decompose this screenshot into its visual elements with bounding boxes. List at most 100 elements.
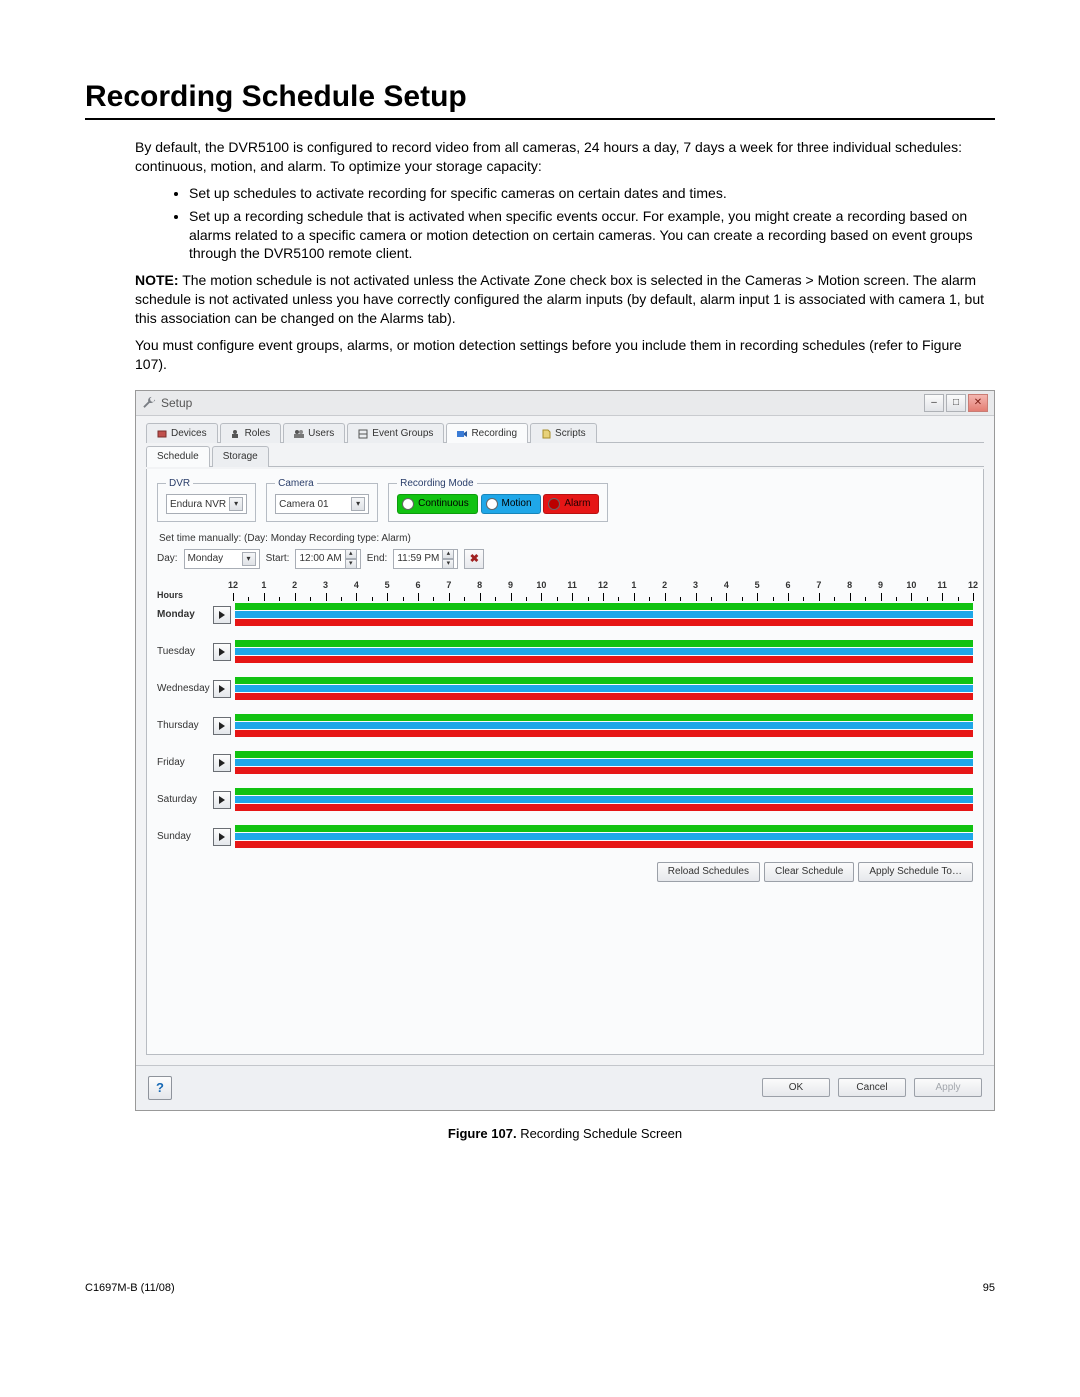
tab-storage[interactable]: Storage (212, 446, 269, 467)
day-row: Saturday (157, 788, 973, 811)
day-bars[interactable] (235, 603, 973, 626)
hour-number: 1 (631, 579, 636, 591)
minimize-button[interactable]: – (924, 394, 944, 412)
spin-up-icon[interactable]: ▴ (345, 549, 357, 559)
day-select[interactable]: Monday ▾ (184, 549, 260, 569)
hour-number: 5 (755, 579, 760, 591)
tab-users[interactable]: Users (283, 423, 345, 444)
green-bar (235, 640, 973, 647)
dvr-select[interactable]: Endura NVR ▾ (166, 494, 247, 514)
bullet-item: Set up a recording schedule that is acti… (189, 207, 995, 264)
scripts-icon (541, 429, 551, 439)
green-bar (235, 751, 973, 758)
doc-code: C1697M-B (11/08) (85, 1282, 175, 1294)
main-tabstrip: Devices Roles Users Event Groups (146, 422, 984, 444)
apply-button[interactable]: Apply (914, 1078, 982, 1098)
hours-ticks: 12123456789101112123456789101112 (233, 579, 973, 601)
expand-day-button[interactable] (213, 606, 231, 624)
tab-roles[interactable]: Roles (220, 423, 282, 444)
green-bar (235, 714, 973, 721)
mode-continuous[interactable]: Continuous (397, 494, 478, 514)
spin-up-icon[interactable]: ▴ (442, 549, 454, 559)
day-bars[interactable] (235, 640, 973, 663)
red-bar (235, 730, 973, 737)
tab-label: Schedule (157, 450, 199, 464)
expand-day-button[interactable] (213, 791, 231, 809)
maximize-button[interactable]: □ (946, 394, 966, 412)
expand-day-button[interactable] (213, 754, 231, 772)
cancel-button[interactable]: Cancel (838, 1078, 906, 1098)
reload-schedules-button[interactable]: Reload Schedules (657, 862, 760, 882)
spin-down-icon[interactable]: ▾ (442, 559, 454, 569)
mode-motion[interactable]: Motion (481, 494, 541, 514)
day-row: Sunday (157, 825, 973, 848)
day-bars[interactable] (235, 714, 973, 737)
tab-label: Recording (471, 427, 517, 441)
close-button[interactable]: ✕ (968, 394, 988, 412)
hour-number: 6 (415, 579, 420, 591)
window-title: Setup (161, 395, 192, 411)
must-configure-paragraph: You must configure event groups, alarms,… (135, 336, 995, 374)
hour-number: 3 (693, 579, 698, 591)
recording-icon (457, 429, 467, 439)
spin-down-icon[interactable]: ▾ (345, 559, 357, 569)
end-value: 11:59 PM (397, 552, 439, 566)
manual-time-row: Day: Monday ▾ Start: 12:00 AM ▴▾ End: 11… (157, 549, 973, 569)
camera-select[interactable]: Camera 01 ▾ (275, 494, 369, 514)
recmode-legend: Recording Mode (397, 477, 476, 491)
clear-schedule-button[interactable]: Clear Schedule (764, 862, 854, 882)
start-label: Start: (266, 552, 290, 566)
setup-window: Setup – □ ✕ Devices Roles (135, 390, 995, 1111)
hour-number: 4 (724, 579, 729, 591)
tab-recording[interactable]: Recording (446, 423, 528, 444)
apply-schedule-to-button[interactable]: Apply Schedule To… (858, 862, 973, 882)
mode-alarm[interactable]: Alarm (543, 494, 599, 514)
tab-label: Scripts (555, 427, 586, 441)
expand-day-button[interactable] (213, 643, 231, 661)
play-icon (218, 796, 226, 804)
day-bars[interactable] (235, 825, 973, 848)
expand-day-button[interactable] (213, 717, 231, 735)
tab-scripts[interactable]: Scripts (530, 423, 597, 444)
day-bars[interactable] (235, 677, 973, 700)
delete-interval-button[interactable]: ✖ (464, 549, 484, 569)
day-name: Tuesday (157, 645, 213, 659)
end-time-input[interactable]: 11:59 PM ▴▾ (393, 549, 458, 569)
hour-number: 11 (937, 579, 947, 591)
red-bar (235, 804, 973, 811)
blue-bar (235, 722, 973, 729)
start-time-input[interactable]: 12:00 AM ▴▾ (295, 549, 360, 569)
tab-devices[interactable]: Devices (146, 423, 218, 444)
radio-dot-icon (402, 498, 414, 510)
tab-event-groups[interactable]: Event Groups (347, 423, 444, 444)
window-titlebar: Setup – □ ✕ (136, 391, 994, 416)
camera-value: Camera 01 (279, 498, 348, 512)
eventgroups-icon (358, 429, 368, 439)
day-name: Sunday (157, 830, 213, 844)
tab-schedule[interactable]: Schedule (146, 446, 210, 467)
green-bar (235, 788, 973, 795)
chevron-down-icon: ▾ (229, 497, 243, 511)
hours-label: Hours (157, 589, 213, 601)
day-bars[interactable] (235, 751, 973, 774)
dvr-value: Endura NVR (170, 498, 226, 512)
tab-label: Event Groups (372, 427, 433, 441)
end-label: End: (367, 552, 388, 566)
green-bar (235, 825, 973, 832)
hour-number: 11 (567, 579, 577, 591)
help-button[interactable]: ? (148, 1076, 172, 1100)
blue-bar (235, 796, 973, 803)
hour-number: 6 (785, 579, 790, 591)
day-bars[interactable] (235, 788, 973, 811)
hour-number: 10 (906, 579, 916, 591)
play-icon (218, 611, 226, 619)
bullet-item: Set up schedules to activate recording f… (189, 184, 995, 203)
expand-day-button[interactable] (213, 680, 231, 698)
hour-number: 12 (968, 579, 978, 591)
expand-day-button[interactable] (213, 828, 231, 846)
ok-button[interactable]: OK (762, 1078, 830, 1098)
page-number: 95 (983, 1282, 995, 1294)
blue-bar (235, 759, 973, 766)
camera-fieldset: Camera Camera 01 ▾ (266, 477, 378, 522)
note-text: The motion schedule is not activated unl… (135, 272, 984, 326)
